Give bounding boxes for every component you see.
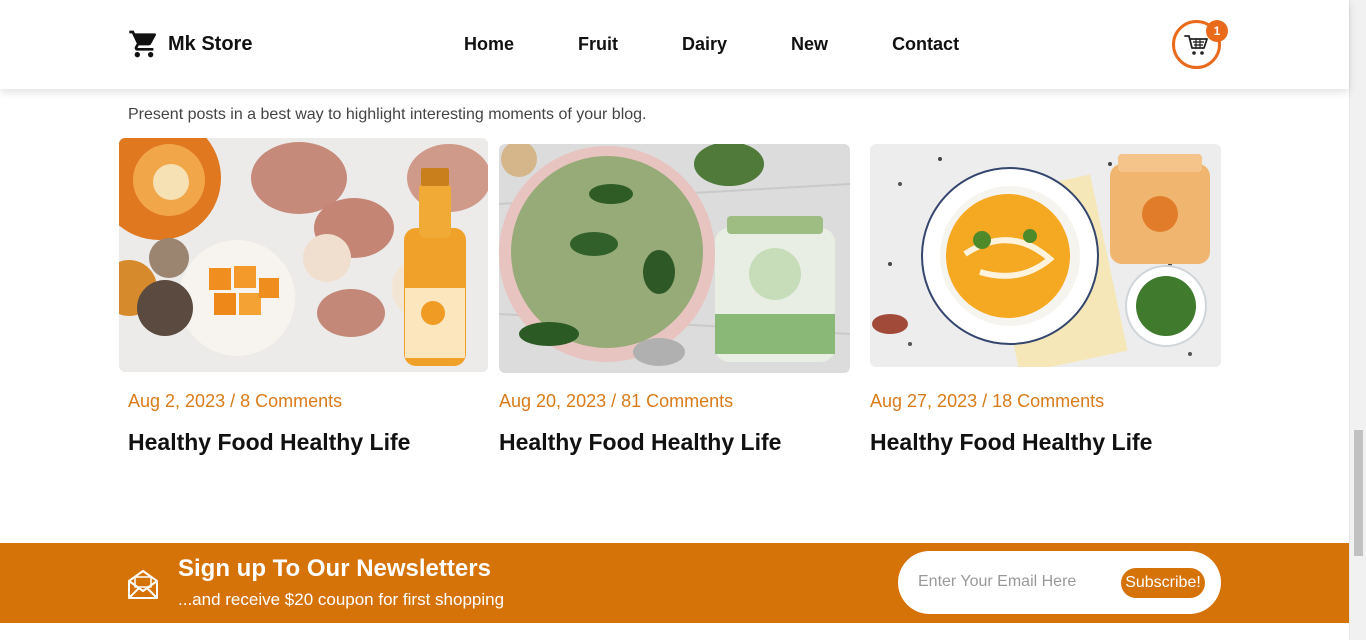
brand-logo[interactable]: Mk Store [128,28,252,60]
blog-image-pumpkin-juice[interactable] [119,138,488,372]
newsletter-subtitle: ...and receive $20 coupon for first shop… [178,590,505,609]
brand-name: Mk Store [168,32,253,55]
mail-icon [128,570,158,599]
blog-card[interactable]: Aug 20, 2023 / 81 Comments Healthy Food … [499,138,850,455]
newsletter-form: Subscribe! [898,551,1221,614]
subscribe-button[interactable]: Subscribe! [1121,568,1205,598]
main-nav: Home Fruit Dairy New Contact [464,34,959,55]
newsletter-banner: Sign up To Our Newsletters ...and receiv… [0,543,1349,623]
page-scrollbar[interactable] [1349,0,1366,640]
blog-card[interactable]: Aug 27, 2023 / 18 Comments Healthy Food … [870,138,1221,455]
shopping-cart-icon [129,30,157,58]
blog-image-green-soup[interactable] [499,144,850,373]
cart-count-badge: 1 [1206,20,1228,42]
nav-fruit[interactable]: Fruit [578,34,618,55]
post-meta: Aug 27, 2023 / 18 Comments [870,391,1105,411]
blog-intro: Present posts in a best way to highlight… [128,106,647,123]
post-title[interactable]: Healthy Food Healthy Life [499,429,781,456]
post-title[interactable]: Healthy Food Healthy Life [870,429,1152,456]
blog-image-pumpkin-soup[interactable] [870,144,1221,367]
nav-new[interactable]: New [791,34,828,55]
blog-card[interactable]: Aug 2, 2023 / 8 Comments Healthy Food He… [119,138,488,455]
site-header: Mk Store Home Fruit Dairy New Contact 1 [0,0,1349,89]
post-meta: Aug 20, 2023 / 81 Comments [499,391,734,411]
nav-dairy[interactable]: Dairy [682,34,727,55]
newsletter-title: Sign up To Our Newsletters [178,555,491,582]
email-input[interactable] [918,569,1108,595]
post-meta: Aug 2, 2023 / 8 Comments [128,391,343,411]
cart-icon [1183,34,1208,55]
post-title[interactable]: Healthy Food Healthy Life [128,429,410,456]
nav-home[interactable]: Home [464,34,514,55]
scrollbar-thumb[interactable] [1354,430,1363,556]
nav-contact[interactable]: Contact [892,34,959,55]
page: Mk Store Home Fruit Dairy New Contact 1 … [0,0,1366,640]
